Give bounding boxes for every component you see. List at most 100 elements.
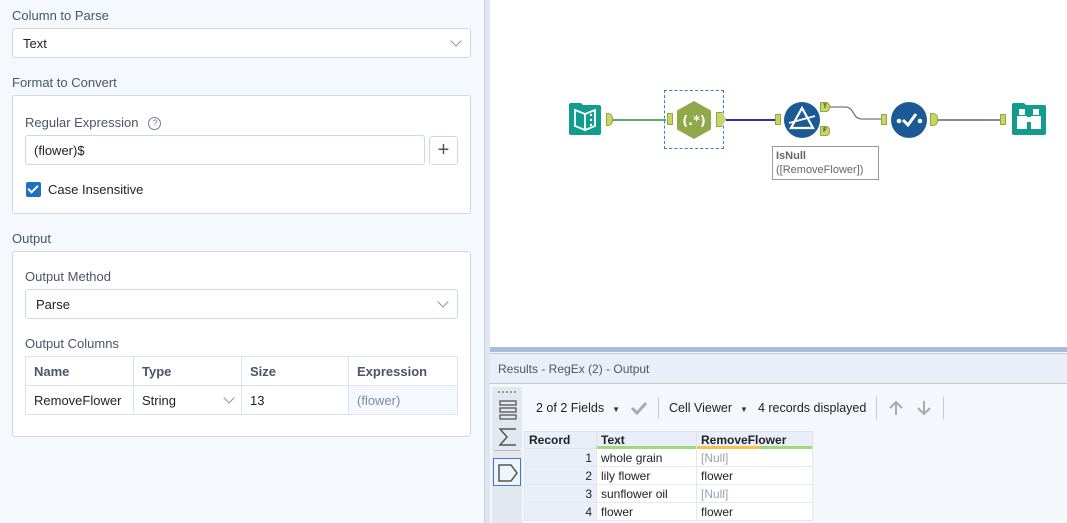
col-header-type: Type [133, 356, 242, 386]
format-to-convert-card: Regular Expression? (flower)$ + Case Ins… [12, 95, 471, 214]
svg-text:(.*): (.*) [682, 114, 706, 129]
output-columns-table: Name Type Size Expression RemoveFlower S… [25, 356, 458, 415]
results-toolbar: 2 of 2 Fields ▼ Cell Viewer ▼ 4 records di… [524, 388, 1067, 428]
input-anchor[interactable] [1000, 114, 1006, 125]
grid-header-text: Text [601, 433, 625, 447]
output-method-select[interactable]: Parse [25, 289, 458, 319]
tag-view-button[interactable] [493, 458, 521, 486]
column-to-parse-select[interactable]: Text [12, 28, 471, 58]
toolbar-separator [658, 397, 660, 419]
filter-icon [784, 102, 820, 138]
grid-header-text-col[interactable]: Text [596, 431, 697, 449]
filter-tool[interactable] [783, 101, 821, 139]
connection-wire [611, 119, 666, 121]
grid-header-record[interactable]: Record [524, 431, 597, 449]
true-anchor[interactable]: T [820, 102, 830, 112]
connection-wire [726, 119, 776, 121]
output-card: Output Method Parse Output Columns Name … [12, 251, 471, 437]
select-check-icon [891, 102, 927, 138]
regex-input-value: (flower)$ [34, 142, 85, 158]
output-anchor[interactable] [716, 112, 726, 127]
table-row: RemoveFlower String 13 (flower) [25, 385, 458, 415]
input-anchor[interactable] [667, 113, 673, 125]
configuration-panel: Column to Parse Text Format to Convert R… [0, 0, 484, 523]
results-window: Results - RegEx (2) - Output 2 of 2 Fiel… [490, 352, 1067, 523]
output-col-expression: (flower) [348, 385, 458, 415]
regex-tool[interactable]: (.*) [674, 100, 714, 140]
fields-dropdown[interactable]: 2 of 2 Fields ▼ [536, 401, 620, 415]
removeflower-cell[interactable]: [Null] [696, 484, 813, 503]
case-insensitive-label: Case Insensitive [48, 182, 144, 197]
record-cell: 2 [524, 466, 597, 485]
divider [494, 450, 520, 451]
output-label: Output [12, 231, 52, 246]
book-icon [569, 103, 601, 135]
text-cell[interactable]: flower [596, 502, 697, 521]
column-to-parse-label: Column to Parse [12, 8, 109, 23]
record-cell: 3 [524, 484, 597, 503]
output-col-name[interactable]: RemoveFlower [25, 385, 134, 415]
output-method-value: Parse [36, 296, 70, 312]
connection-wire [936, 119, 1002, 121]
text-cell[interactable]: sunflower oil [596, 484, 697, 503]
col-header-name: Name [25, 356, 134, 386]
cell-viewer-label: Cell Viewer [669, 401, 733, 415]
record-cell: 4 [524, 502, 597, 521]
add-token-button[interactable]: + [429, 136, 458, 165]
workflow-canvas[interactable]: (.*) T F IsNull ([RemoveFlower]) [490, 0, 1067, 347]
table-row[interactable]: 4 flower flower [524, 502, 813, 521]
case-insensitive-checkbox[interactable] [26, 182, 41, 197]
chevron-down-icon [437, 296, 449, 308]
arrow-up-icon[interactable] [887, 399, 905, 417]
grid-header-removeflower[interactable]: RemoveFlower [696, 431, 813, 449]
input-data-tool[interactable] [567, 101, 603, 137]
caret-down-icon: ▼ [740, 405, 748, 414]
tag-icon [498, 464, 518, 482]
removeflower-cell[interactable]: flower [696, 502, 813, 521]
output-anchor[interactable] [930, 113, 938, 126]
text-cell[interactable]: lily flower [596, 466, 697, 485]
table-row[interactable]: 2 lily flower flower [524, 466, 813, 485]
output-method-label: Output Method [25, 269, 111, 284]
regex-input[interactable]: (flower)$ [25, 135, 425, 165]
question-circle-icon[interactable]: ? [148, 117, 162, 130]
table-row[interactable]: 1 whole grain [Null] [524, 448, 813, 467]
regex-icon: (.*) [677, 101, 711, 139]
col-header-expression: Expression [348, 356, 458, 386]
output-col-size[interactable]: 13 [241, 385, 349, 415]
column-to-parse-value: Text [23, 35, 47, 51]
grid-header-text: RemoveFlower [701, 433, 787, 447]
removeflower-cell[interactable]: [Null] [696, 448, 813, 467]
results-title: Results - RegEx (2) - Output [490, 353, 1067, 384]
checkmark-icon[interactable] [630, 401, 648, 415]
output-col-type-value: String [142, 392, 176, 408]
annotation-line: ([RemoveFlower]) [776, 164, 864, 176]
output-columns-label: Output Columns [25, 336, 119, 351]
browse-tool[interactable] [1010, 101, 1048, 137]
cell-viewer-dropdown[interactable]: Cell Viewer ▼ [669, 401, 748, 415]
binoculars-icon [1012, 103, 1046, 135]
type-indicator [697, 446, 812, 449]
drag-handle[interactable] [498, 391, 516, 393]
text-cell[interactable]: whole grain [596, 448, 697, 467]
record-cell: 1 [524, 448, 597, 467]
toolbar-separator [943, 397, 945, 419]
select-tool[interactable] [890, 101, 928, 139]
grid-header-text: Record [529, 433, 571, 447]
regex-label: Regular Expression? [25, 115, 162, 130]
input-anchor[interactable] [775, 114, 781, 125]
arrow-down-icon[interactable] [915, 399, 933, 417]
filter-annotation: IsNull ([RemoveFlower]) [772, 146, 879, 180]
chevron-down-icon [450, 35, 462, 47]
output-col-type-select[interactable]: String [133, 385, 242, 415]
removeflower-cell[interactable]: flower [696, 466, 813, 485]
output-anchor[interactable] [606, 113, 613, 126]
regex-label-text: Regular Expression [25, 115, 139, 130]
rows-view-icon[interactable] [499, 400, 517, 420]
results-sidebar [492, 387, 522, 523]
sigma-icon[interactable] [499, 428, 517, 446]
input-anchor[interactable] [881, 114, 887, 125]
table-row[interactable]: 3 sunflower oil [Null] [524, 484, 813, 503]
false-anchor[interactable]: F [820, 126, 830, 136]
type-indicator [597, 446, 696, 449]
